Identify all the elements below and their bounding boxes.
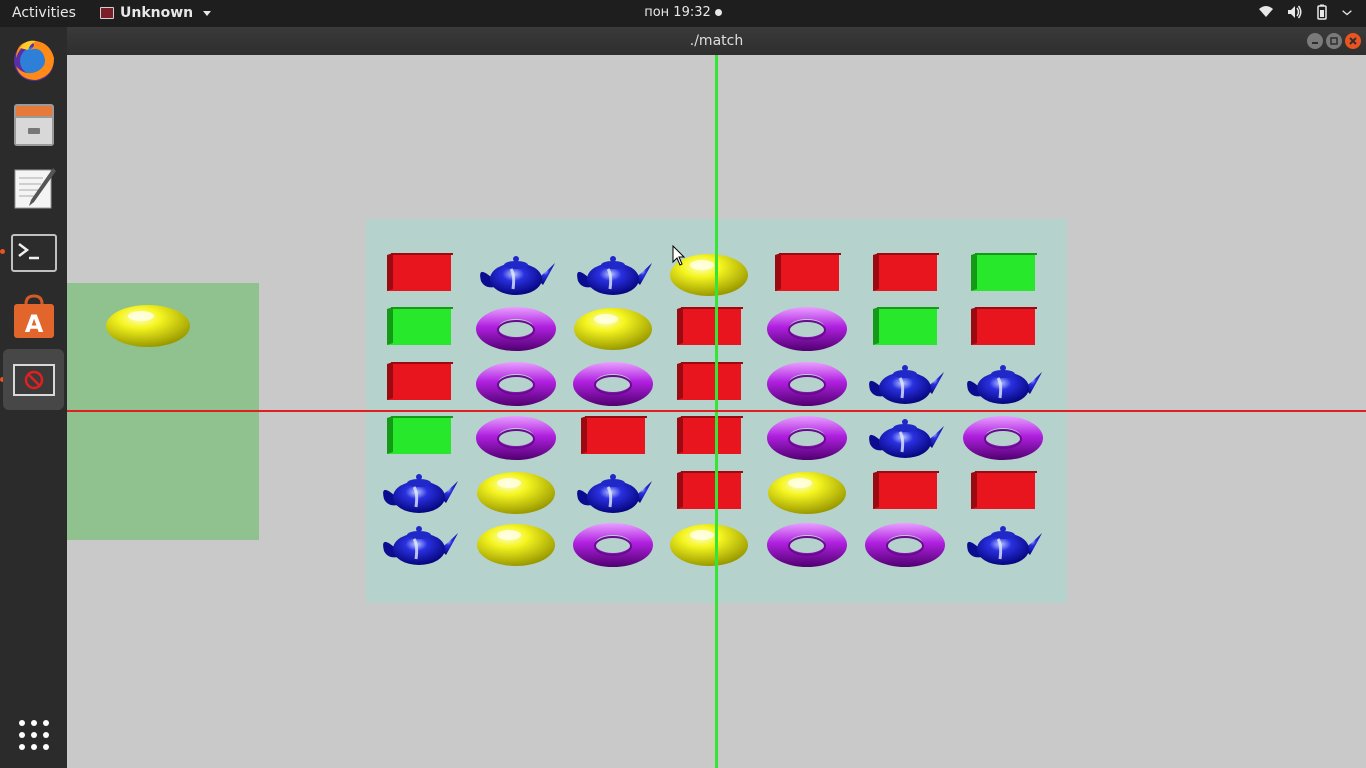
software-store-icon: A: [13, 293, 54, 338]
board-cell-teapot[interactable]: [471, 245, 561, 305]
show-apps-button[interactable]: [3, 704, 64, 765]
chevron-down-icon: [1342, 10, 1352, 16]
board-cell-red-cube[interactable]: [374, 245, 464, 305]
dock-item-firefox[interactable]: [3, 29, 64, 90]
board-cell-torus[interactable]: [568, 515, 658, 575]
board-cell-torus[interactable]: [568, 354, 658, 414]
board-cell-teapot[interactable]: [860, 408, 950, 468]
top-bar: Activities Unknown пон 19:32: [0, 0, 1366, 27]
board-cell-red-cube[interactable]: [860, 463, 950, 523]
board-cell-green-cube[interactable]: [374, 299, 464, 359]
board-cell-torus[interactable]: [762, 354, 852, 414]
close-icon: [1349, 37, 1357, 45]
board-cell-red-cube[interactable]: [664, 354, 754, 414]
board-cell-torus[interactable]: [762, 299, 852, 359]
dock-item-terminal[interactable]: [3, 222, 64, 283]
window-titlebar[interactable]: ./match: [67, 27, 1366, 55]
unknown-app-icon: [12, 363, 55, 396]
board-cell-green-cube[interactable]: [860, 299, 950, 359]
board-cell-red-cube[interactable]: [958, 299, 1048, 359]
clock[interactable]: пон 19:32: [0, 5, 1366, 20]
board-cell-teapot[interactable]: [860, 354, 950, 414]
board-cell-teapot[interactable]: [374, 515, 464, 575]
maximize-icon: [1330, 37, 1338, 45]
board-cell-red-cube[interactable]: [664, 463, 754, 523]
wifi-icon: [1259, 6, 1273, 17]
next-piece-ellipsoid: [106, 305, 190, 347]
horizontal-axis-line: [67, 410, 1366, 412]
maximize-button[interactable]: [1326, 33, 1342, 49]
board-cell-ellipsoid[interactable]: [664, 515, 754, 575]
board-cell-teapot[interactable]: [374, 463, 464, 523]
board-cell-red-cube[interactable]: [860, 245, 950, 305]
board-cell-teapot[interactable]: [568, 245, 658, 305]
game-canvas[interactable]: [67, 55, 1366, 768]
mouse-cursor-icon: [672, 245, 686, 266]
notification-dot-icon: [714, 9, 722, 16]
board-cell-teapot[interactable]: [958, 515, 1048, 575]
minimize-icon: [1312, 42, 1318, 44]
firefox-icon: [13, 40, 54, 81]
dock-item-unknown-app[interactable]: [3, 349, 64, 410]
board-cell-red-cube[interactable]: [664, 299, 754, 359]
close-button[interactable]: [1345, 33, 1361, 49]
board-cell-red-cube[interactable]: [664, 408, 754, 468]
clock-label: пон 19:32: [644, 5, 711, 20]
board-cell-torus[interactable]: [762, 515, 852, 575]
window-title: ./match: [689, 33, 744, 49]
board-cell-torus[interactable]: [471, 354, 561, 414]
dock-item-text-editor[interactable]: [3, 158, 64, 219]
board-cell-ellipsoid[interactable]: [471, 463, 561, 523]
app-grid-icon: [18, 719, 49, 750]
battery-icon: [1317, 4, 1327, 20]
board-cell-ellipsoid[interactable]: [762, 463, 852, 523]
board-cell-ellipsoid[interactable]: [568, 299, 658, 359]
board-cell-torus[interactable]: [471, 408, 561, 468]
board-cell-torus[interactable]: [471, 299, 561, 359]
board-cell-red-cube[interactable]: [568, 408, 658, 468]
file-cabinet-icon: [13, 103, 54, 146]
system-tray[interactable]: [1258, 4, 1352, 20]
dock-item-files[interactable]: [3, 94, 64, 155]
board-cell-torus[interactable]: [958, 408, 1048, 468]
board-cell-green-cube[interactable]: [374, 408, 464, 468]
minimize-button[interactable]: [1307, 33, 1323, 49]
board-cell-teapot[interactable]: [568, 463, 658, 523]
svg-text:A: A: [24, 310, 43, 338]
board-cell-red-cube[interactable]: [762, 245, 852, 305]
board-cell-torus[interactable]: [860, 515, 950, 575]
board-cell-torus[interactable]: [762, 408, 852, 468]
board-cell-ellipsoid[interactable]: [471, 515, 561, 575]
dock-item-software[interactable]: A: [3, 286, 64, 347]
text-editor-icon: [14, 167, 56, 208]
board-cell-green-cube[interactable]: [958, 245, 1048, 305]
volume-icon: [1288, 5, 1302, 19]
board-cell-teapot[interactable]: [958, 354, 1048, 414]
board-cell-red-cube[interactable]: [374, 354, 464, 414]
board-cell-red-cube[interactable]: [958, 463, 1048, 523]
terminal-icon: [10, 233, 57, 272]
dock: A: [0, 27, 67, 768]
